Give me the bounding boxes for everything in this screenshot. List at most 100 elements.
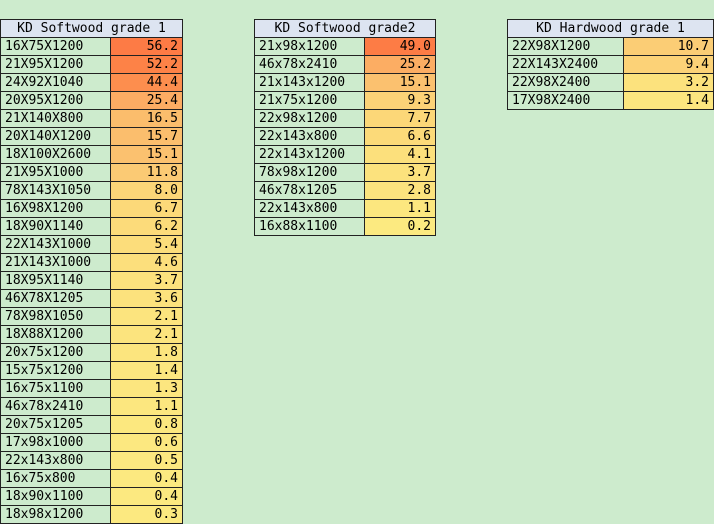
value-cell[interactable]: 8.0: [110, 181, 183, 200]
table-row: 18x90x1100 0.4: [0, 487, 183, 506]
size-cell[interactable]: 22X98X2400: [507, 73, 624, 92]
size-cell[interactable]: 18X88X1200: [0, 325, 111, 344]
size-cell[interactable]: 20x75x1200: [0, 343, 111, 362]
size-cell[interactable]: 20X140X1200: [0, 127, 111, 146]
value-cell[interactable]: 0.4: [110, 469, 183, 488]
size-cell[interactable]: 46x78x2410: [0, 397, 111, 416]
table-row: 78X98X1050 2.1: [0, 307, 183, 326]
value-cell[interactable]: 6.7: [110, 199, 183, 218]
table-title[interactable]: KD Softwood grade2: [254, 19, 436, 38]
value-cell[interactable]: 1.1: [364, 199, 436, 218]
size-cell[interactable]: 21x75x1200: [254, 91, 365, 110]
value-cell[interactable]: 0.8: [110, 415, 183, 434]
value-cell[interactable]: 2.8: [364, 181, 436, 200]
value-cell[interactable]: 49.0: [364, 37, 436, 56]
value-cell[interactable]: 11.8: [110, 163, 183, 182]
size-cell[interactable]: 21X95X1200: [0, 55, 111, 74]
size-cell[interactable]: 22x143x1200: [254, 145, 365, 164]
table-row: 17X98X2400 1.4: [507, 91, 714, 110]
table-row: 22x98x1200 7.7: [254, 109, 436, 128]
table-row: 15x75x1200 1.4: [0, 361, 183, 380]
value-cell[interactable]: 1.4: [622, 91, 714, 110]
size-cell[interactable]: 16x75x1100: [0, 379, 111, 398]
table-row: 20x75x1200 1.8: [0, 343, 183, 362]
size-cell[interactable]: 16x75x800: [0, 469, 111, 488]
size-cell[interactable]: 22x143x800: [254, 127, 365, 146]
table-row: 20X140X1200 15.7: [0, 127, 183, 146]
value-cell[interactable]: 0.2: [364, 217, 436, 236]
size-cell[interactable]: 22x98x1200: [254, 109, 365, 128]
value-cell[interactable]: 4.6: [110, 253, 183, 272]
table-row: 18X100X2600 15.1: [0, 145, 183, 164]
value-cell[interactable]: 44.4: [110, 73, 183, 92]
size-cell[interactable]: 18X90X1140: [0, 217, 111, 236]
value-cell[interactable]: 4.1: [364, 145, 436, 164]
value-cell[interactable]: 1.4: [110, 361, 183, 380]
size-cell[interactable]: 21X143X1000: [0, 253, 111, 272]
value-cell[interactable]: 6.6: [364, 127, 436, 146]
size-cell[interactable]: 17X98X2400: [507, 91, 624, 110]
size-cell[interactable]: 16X98X1200: [0, 199, 111, 218]
size-cell[interactable]: 17x98x1000: [0, 433, 111, 452]
table-row: 22x143x800 1.1: [254, 199, 436, 218]
size-cell[interactable]: 78x98x1200: [254, 163, 365, 182]
size-cell[interactable]: 78X143X1050: [0, 181, 111, 200]
size-cell[interactable]: 46X78X1205: [0, 289, 111, 308]
value-cell[interactable]: 15.7: [110, 127, 183, 146]
size-cell[interactable]: 22X143X1000: [0, 235, 111, 254]
value-cell[interactable]: 3.7: [110, 271, 183, 290]
size-cell[interactable]: 18X95X1140: [0, 271, 111, 290]
table-title[interactable]: KD Hardwood grade 1: [507, 19, 714, 38]
size-cell[interactable]: 21x98x1200: [254, 37, 365, 56]
size-cell[interactable]: 18x98x1200: [0, 505, 111, 524]
value-cell[interactable]: 6.2: [110, 217, 183, 236]
table-row: 22X98X1200 10.7: [507, 37, 714, 56]
size-cell[interactable]: 18x90x1100: [0, 487, 111, 506]
value-cell[interactable]: 15.1: [110, 145, 183, 164]
size-cell[interactable]: 46x78x1205: [254, 181, 365, 200]
size-cell[interactable]: 22X143X2400: [507, 55, 624, 74]
value-cell[interactable]: 25.4: [110, 91, 183, 110]
value-cell[interactable]: 10.7: [622, 37, 714, 56]
size-cell[interactable]: 24X92X1040: [0, 73, 111, 92]
value-cell[interactable]: 1.8: [110, 343, 183, 362]
value-cell[interactable]: 9.4: [622, 55, 714, 74]
value-cell[interactable]: 1.3: [110, 379, 183, 398]
value-cell[interactable]: 3.2: [622, 73, 714, 92]
value-cell[interactable]: 0.6: [110, 433, 183, 452]
value-cell[interactable]: 2.1: [110, 325, 183, 344]
size-cell[interactable]: 78X98X1050: [0, 307, 111, 326]
value-cell[interactable]: 15.1: [364, 73, 436, 92]
table-row: 21x75x1200 9.3: [254, 91, 436, 110]
value-cell[interactable]: 5.4: [110, 235, 183, 254]
value-cell[interactable]: 56.2: [110, 37, 183, 56]
size-cell[interactable]: 22x143x800: [0, 451, 111, 470]
value-cell[interactable]: 0.3: [110, 505, 183, 524]
table-title[interactable]: KD Softwood grade 1: [0, 19, 183, 38]
value-cell[interactable]: 2.1: [110, 307, 183, 326]
size-cell[interactable]: 20X95X1200: [0, 91, 111, 110]
size-cell[interactable]: 22x143x800: [254, 199, 365, 218]
value-cell[interactable]: 16.5: [110, 109, 183, 128]
size-cell[interactable]: 46x78x2410: [254, 55, 365, 74]
softwood-grade1-table: KD Softwood grade 1 16X75X1200 56.2 21X95X…: [0, 19, 183, 524]
value-cell[interactable]: 3.7: [364, 163, 436, 182]
value-cell[interactable]: 0.5: [110, 451, 183, 470]
value-cell[interactable]: 1.1: [110, 397, 183, 416]
value-cell[interactable]: 3.6: [110, 289, 183, 308]
value-cell[interactable]: 7.7: [364, 109, 436, 128]
size-cell[interactable]: 16X75X1200: [0, 37, 111, 56]
size-cell[interactable]: 21X140X800: [0, 109, 111, 128]
value-cell[interactable]: 52.2: [110, 55, 183, 74]
value-cell[interactable]: 9.3: [364, 91, 436, 110]
size-cell[interactable]: 21x143x1200: [254, 73, 365, 92]
value-cell[interactable]: 0.4: [110, 487, 183, 506]
value-cell[interactable]: 25.2: [364, 55, 436, 74]
size-cell[interactable]: 20x75x1205: [0, 415, 111, 434]
size-cell[interactable]: 15x75x1200: [0, 361, 111, 380]
size-cell[interactable]: 16x88x1100: [254, 217, 365, 236]
size-cell[interactable]: 18X100X2600: [0, 145, 111, 164]
size-cell[interactable]: 21X95X1000: [0, 163, 111, 182]
size-cell[interactable]: 22X98X1200: [507, 37, 624, 56]
table-row: 22X143X1000 5.4: [0, 235, 183, 254]
